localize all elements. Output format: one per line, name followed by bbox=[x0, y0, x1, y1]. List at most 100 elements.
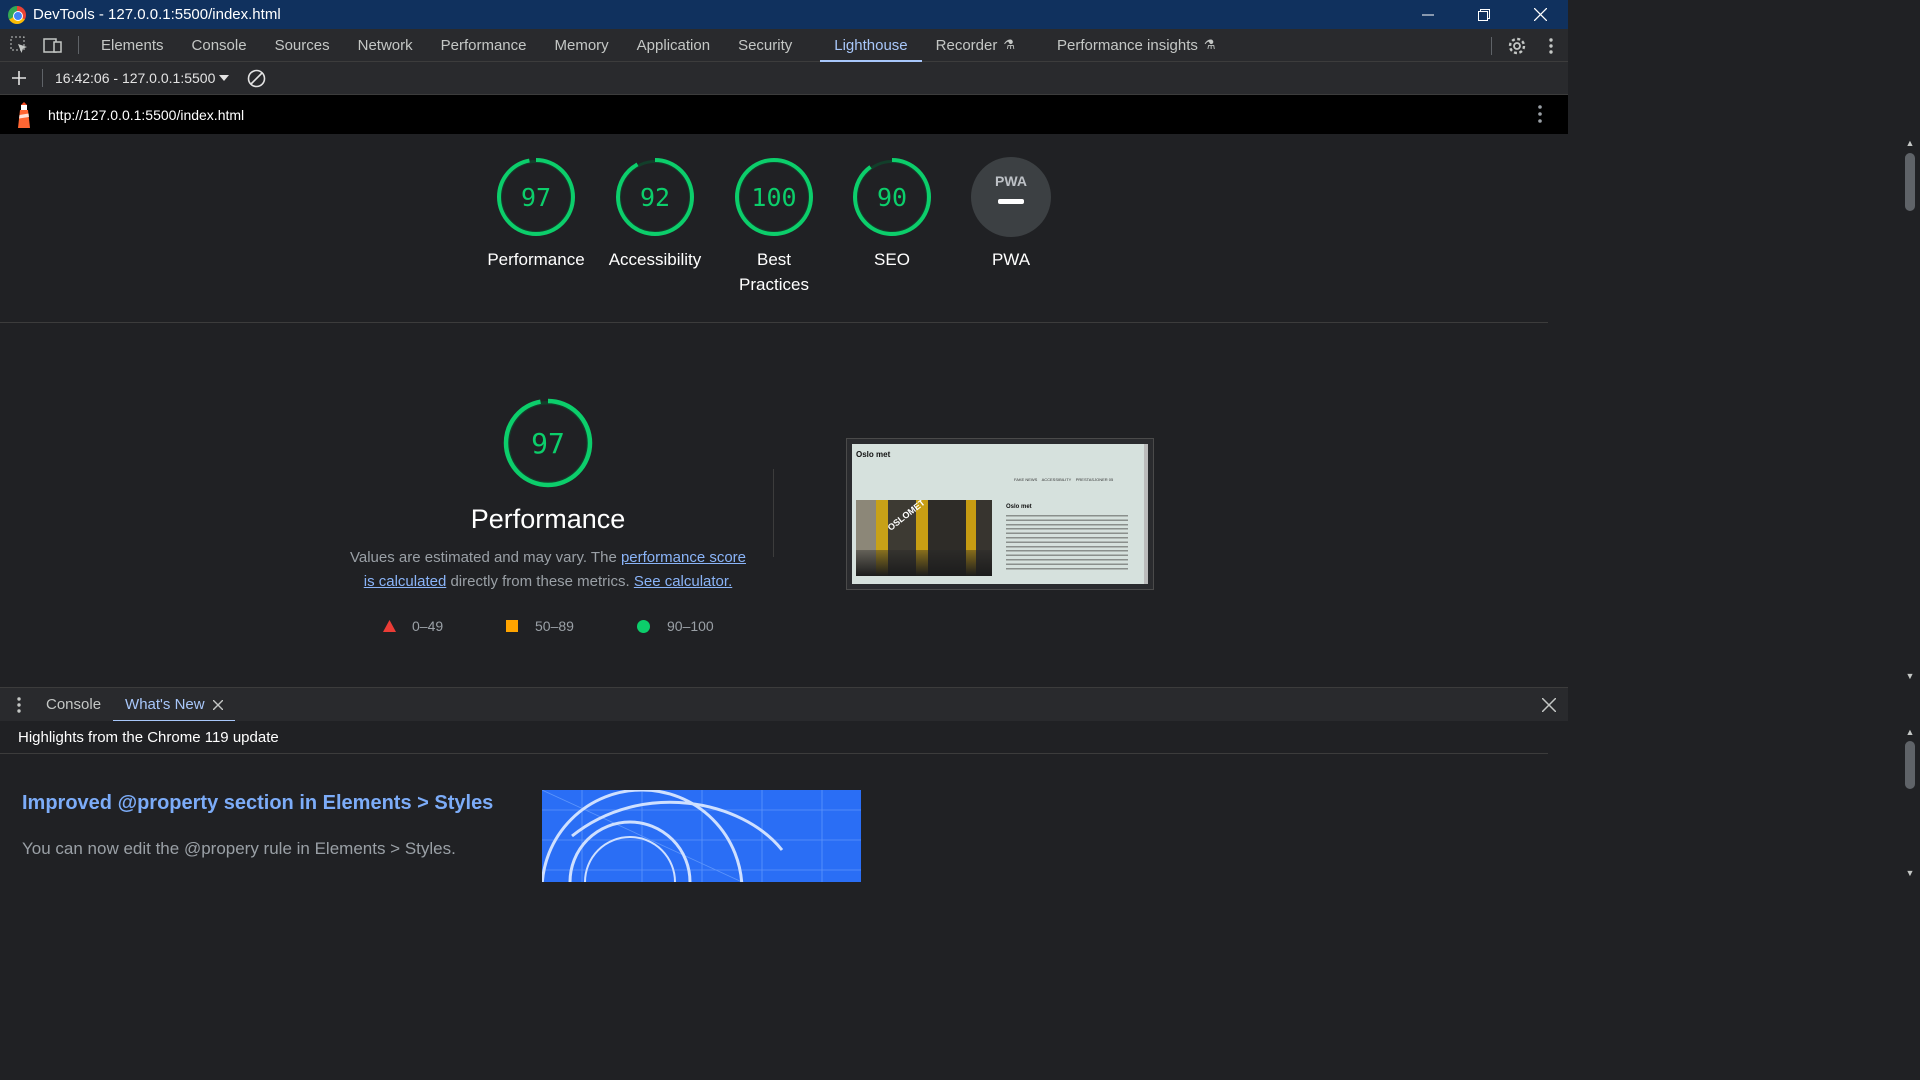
report-selector[interactable]: 16:42:06 - 127.0.0.1:5500 bbox=[55, 70, 230, 86]
report-url-bar: http://127.0.0.1:5500/index.html bbox=[0, 95, 1568, 134]
gauge-label: Accessibility bbox=[608, 250, 702, 269]
tab-lighthouse[interactable]: Lighthouse bbox=[820, 29, 923, 62]
kebab-menu-icon bbox=[1549, 37, 1553, 54]
tab-performance-insights[interactable]: Performance insights ⚗ bbox=[1043, 29, 1230, 62]
pwa-badge-text: PWA bbox=[995, 173, 1027, 189]
device-toolbar-button[interactable] bbox=[36, 29, 70, 62]
tab-elements[interactable]: Elements bbox=[87, 29, 178, 62]
tab-network[interactable]: Network bbox=[344, 29, 427, 62]
screenshot-page: Oslo met FAKE NEWS ACCESSIBILITY PRESTAS… bbox=[852, 444, 1148, 584]
whats-new-highlights: Highlights from the Chrome 119 update bbox=[0, 721, 1548, 754]
legend-fail: 0–49 bbox=[383, 618, 443, 634]
tab-memory[interactable]: Memory bbox=[541, 29, 623, 62]
whats-new-content: Improved @property section in Elements >… bbox=[0, 754, 1548, 882]
drawer-tab-console[interactable]: Console bbox=[34, 688, 113, 722]
lighthouse-logo-icon bbox=[18, 101, 30, 128]
toolbar-separator bbox=[42, 69, 43, 87]
performance-gauge-large: 97 bbox=[503, 398, 593, 493]
feature-title[interactable]: Improved @property section in Elements >… bbox=[22, 792, 493, 815]
gauge-ring: 100 bbox=[735, 158, 813, 236]
gauge-label: SEO bbox=[874, 250, 910, 269]
square-icon bbox=[506, 620, 518, 632]
gauge-pwa[interactable]: PWA PWA bbox=[951, 156, 1071, 272]
toolbar-separator bbox=[1491, 36, 1492, 55]
gauge-label: Best Practices bbox=[714, 247, 834, 297]
close-drawer-button[interactable] bbox=[1541, 697, 1557, 717]
clear-reports-button[interactable] bbox=[247, 69, 266, 88]
inspect-icon bbox=[10, 36, 27, 53]
triangle-icon bbox=[383, 620, 396, 632]
lighthouse-toolbar: 16:42:06 - 127.0.0.1:5500 bbox=[0, 62, 1568, 95]
description-text: Values are estimated and may vary. The bbox=[349, 549, 621, 566]
see-calculator-link[interactable]: See calculator. bbox=[634, 573, 732, 590]
scroll-up-icon[interactable]: ▲ bbox=[1905, 138, 1915, 148]
close-tab-icon[interactable] bbox=[212, 699, 223, 710]
scrollbar-thumb[interactable] bbox=[1905, 741, 1915, 789]
report-url: http://127.0.0.1:5500/index.html bbox=[48, 106, 245, 123]
performance-description: Values are estimated and may vary. The p… bbox=[338, 546, 758, 594]
section-divider bbox=[0, 322, 1548, 323]
close-window-button[interactable] bbox=[1512, 0, 1568, 29]
is-calculated-link[interactable]: is calculated bbox=[364, 573, 447, 590]
restore-button[interactable] bbox=[1456, 0, 1512, 29]
drawer-scrollbar[interactable]: ▲ ▼ bbox=[1900, 721, 1920, 882]
tab-performance-insights-label: Performance insights bbox=[1057, 36, 1198, 54]
window-title: DevTools - 127.0.0.1:5500/index.html bbox=[33, 6, 281, 23]
tab-application[interactable]: Application bbox=[623, 29, 724, 62]
site-nav: FAKE NEWS ACCESSIBILITY PRESTASJONER 05 bbox=[1014, 477, 1113, 482]
drawer-tab-whats-new[interactable]: What's New bbox=[113, 688, 235, 722]
dropdown-arrow-icon bbox=[219, 75, 230, 81]
tab-sources[interactable]: Sources bbox=[261, 29, 344, 62]
tab-console[interactable]: Console bbox=[178, 29, 261, 62]
gauge-ring: 97 bbox=[503, 398, 593, 488]
gauge-ring: 92 bbox=[616, 158, 694, 236]
toolbar-separator bbox=[78, 36, 79, 54]
description-text: directly from these metrics. bbox=[446, 573, 634, 590]
scroll-down-icon[interactable]: ▼ bbox=[1905, 868, 1915, 878]
report-scrollbar[interactable]: ▲ ▼ bbox=[1900, 134, 1920, 687]
legend-range: 0–49 bbox=[412, 618, 444, 634]
gear-icon bbox=[1508, 37, 1526, 54]
report-menu-button[interactable] bbox=[1538, 105, 1542, 128]
block-icon bbox=[248, 69, 266, 87]
drawer-tabbar: Console What's New bbox=[0, 687, 1568, 722]
scroll-down-icon[interactable]: ▼ bbox=[1905, 671, 1915, 681]
inspect-element-button[interactable] bbox=[2, 29, 36, 62]
site-scrollbar bbox=[1144, 444, 1148, 584]
tab-recorder[interactable]: Recorder ⚗ bbox=[922, 29, 1029, 62]
site-nav-links: FAKE NEWS ACCESSIBILITY PRESTASJONER bbox=[1014, 477, 1108, 482]
toolbar-right bbox=[1483, 29, 1568, 62]
legend-range: 90–100 bbox=[667, 618, 714, 634]
drawer-menu-button[interactable] bbox=[0, 696, 38, 713]
gauge-accessibility[interactable]: 92 Accessibility bbox=[595, 156, 715, 272]
settings-button[interactable] bbox=[1500, 29, 1534, 62]
feature-text: You can now edit the @propery rule in El… bbox=[22, 839, 456, 858]
minimize-button[interactable] bbox=[1400, 0, 1456, 29]
gauge-label: PWA bbox=[991, 250, 1031, 269]
panel-tabbar: Elements Console Sources Network Perform… bbox=[0, 29, 1568, 62]
gauge-best-practices[interactable]: 100 Best Practices bbox=[714, 156, 834, 297]
pwa-badge-icon: PWA bbox=[971, 157, 1051, 237]
more-options-button[interactable] bbox=[1534, 29, 1568, 62]
final-screenshot[interactable]: Oslo met FAKE NEWS ACCESSIBILITY PRESTAS… bbox=[846, 438, 1154, 590]
experimental-flask-icon: ⚗ bbox=[1003, 37, 1016, 52]
gauge-seo[interactable]: 90 SEO bbox=[832, 156, 952, 272]
gauge-performance[interactable]: 97 Performance bbox=[476, 156, 596, 272]
kebab-menu-icon bbox=[1538, 105, 1542, 123]
kebab-menu-icon bbox=[17, 696, 21, 713]
scrollbar-thumb[interactable] bbox=[1905, 153, 1915, 211]
legend-pass: 90–100 bbox=[637, 618, 714, 634]
circle-icon bbox=[637, 619, 650, 633]
window-titlebar: DevTools - 127.0.0.1:5500/index.html bbox=[0, 0, 1568, 29]
plus-icon bbox=[12, 71, 26, 85]
close-icon bbox=[1533, 8, 1547, 21]
new-report-button[interactable] bbox=[0, 70, 38, 86]
scroll-up-icon[interactable]: ▲ bbox=[1905, 727, 1915, 737]
gauge-ring: 90 bbox=[853, 158, 931, 236]
site-heading: Oslo met bbox=[1006, 504, 1032, 510]
tab-performance[interactable]: Performance bbox=[427, 29, 541, 62]
performance-score-link[interactable]: performance score bbox=[621, 549, 746, 566]
report-selector-value: 16:42:06 - 127.0.0.1:5500 bbox=[55, 70, 216, 86]
site-name: Oslo met bbox=[856, 450, 891, 459]
tab-security[interactable]: Security bbox=[724, 29, 806, 62]
